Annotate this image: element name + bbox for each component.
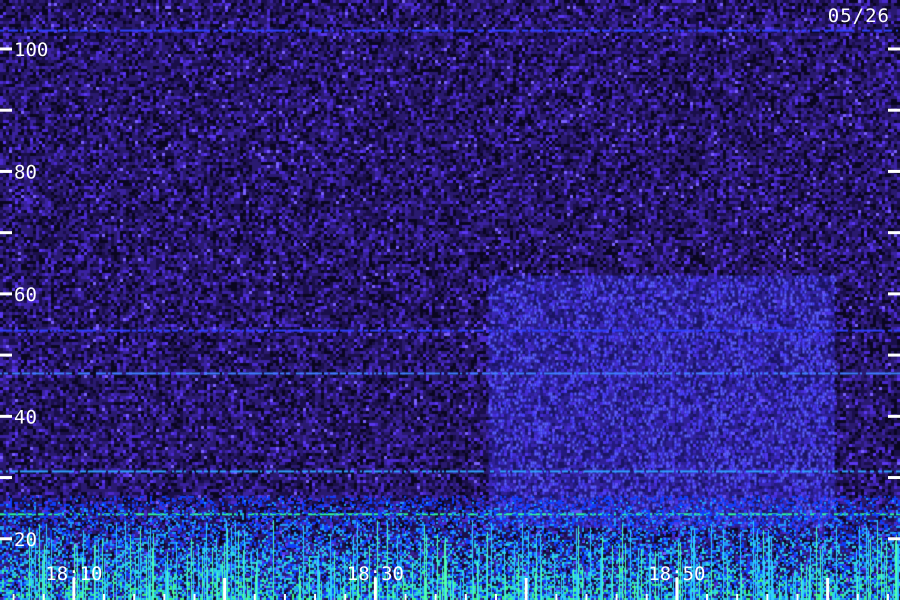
y-tick-left	[0, 537, 12, 541]
y-tick-right	[888, 353, 900, 357]
y-tick-left	[0, 231, 12, 235]
x-minor-tick	[42, 594, 45, 600]
x-minor-tick	[796, 594, 799, 600]
x-minor-tick	[615, 594, 618, 600]
spectrogram-frame: 20 40 60 80 100 18:10 18:30 18:50 05/26	[0, 0, 900, 600]
y-tick-label: 40	[14, 406, 37, 428]
y-tick-label: 100	[14, 39, 48, 61]
y-tick-right	[888, 231, 900, 235]
x-minor-tick	[886, 594, 889, 600]
x-tick-label: 18:30	[347, 563, 404, 585]
x-minor-tick	[494, 594, 497, 600]
x-minor-tick	[736, 594, 739, 600]
x-minor-tick	[706, 594, 709, 600]
x-major-tick	[223, 578, 227, 600]
x-minor-tick	[163, 594, 166, 600]
date-label: 05/26	[827, 5, 890, 27]
x-minor-tick	[133, 594, 136, 600]
y-tick-left	[0, 476, 12, 480]
x-tick-label: 18:50	[648, 563, 705, 585]
x-major-tick	[524, 578, 528, 600]
y-tick-right	[888, 537, 900, 541]
y-tick-label: 60	[14, 284, 37, 306]
x-minor-tick	[645, 594, 648, 600]
x-minor-tick	[856, 594, 859, 600]
x-minor-tick	[555, 594, 558, 600]
y-tick-left	[0, 169, 12, 173]
x-major-tick	[826, 578, 830, 600]
x-minor-tick	[585, 594, 588, 600]
y-tick-label: 80	[14, 161, 37, 183]
y-tick-left	[0, 353, 12, 357]
x-minor-tick	[404, 594, 407, 600]
x-minor-tick	[464, 594, 467, 600]
x-minor-tick	[193, 594, 196, 600]
y-tick-left	[0, 292, 12, 296]
x-minor-tick	[344, 594, 347, 600]
x-minor-tick	[766, 594, 769, 600]
y-tick-right	[888, 108, 900, 112]
spectrogram-axes: 20 40 60 80 100 18:10 18:30 18:50	[0, 39, 900, 600]
y-tick-right	[888, 169, 900, 173]
x-tick-label: 18:10	[45, 563, 102, 585]
x-minor-tick	[314, 594, 317, 600]
y-tick-left	[0, 47, 12, 51]
x-minor-tick	[283, 594, 286, 600]
x-minor-tick	[253, 594, 256, 600]
y-tick-right	[888, 47, 900, 51]
x-minor-tick	[103, 594, 106, 600]
y-tick-right	[888, 292, 900, 296]
y-tick-left	[0, 108, 12, 112]
x-minor-tick	[434, 594, 437, 600]
y-tick-left	[0, 414, 12, 418]
y-tick-label: 20	[14, 529, 37, 551]
y-tick-right	[888, 414, 900, 418]
y-tick-right	[888, 476, 900, 480]
x-minor-tick	[12, 594, 15, 600]
